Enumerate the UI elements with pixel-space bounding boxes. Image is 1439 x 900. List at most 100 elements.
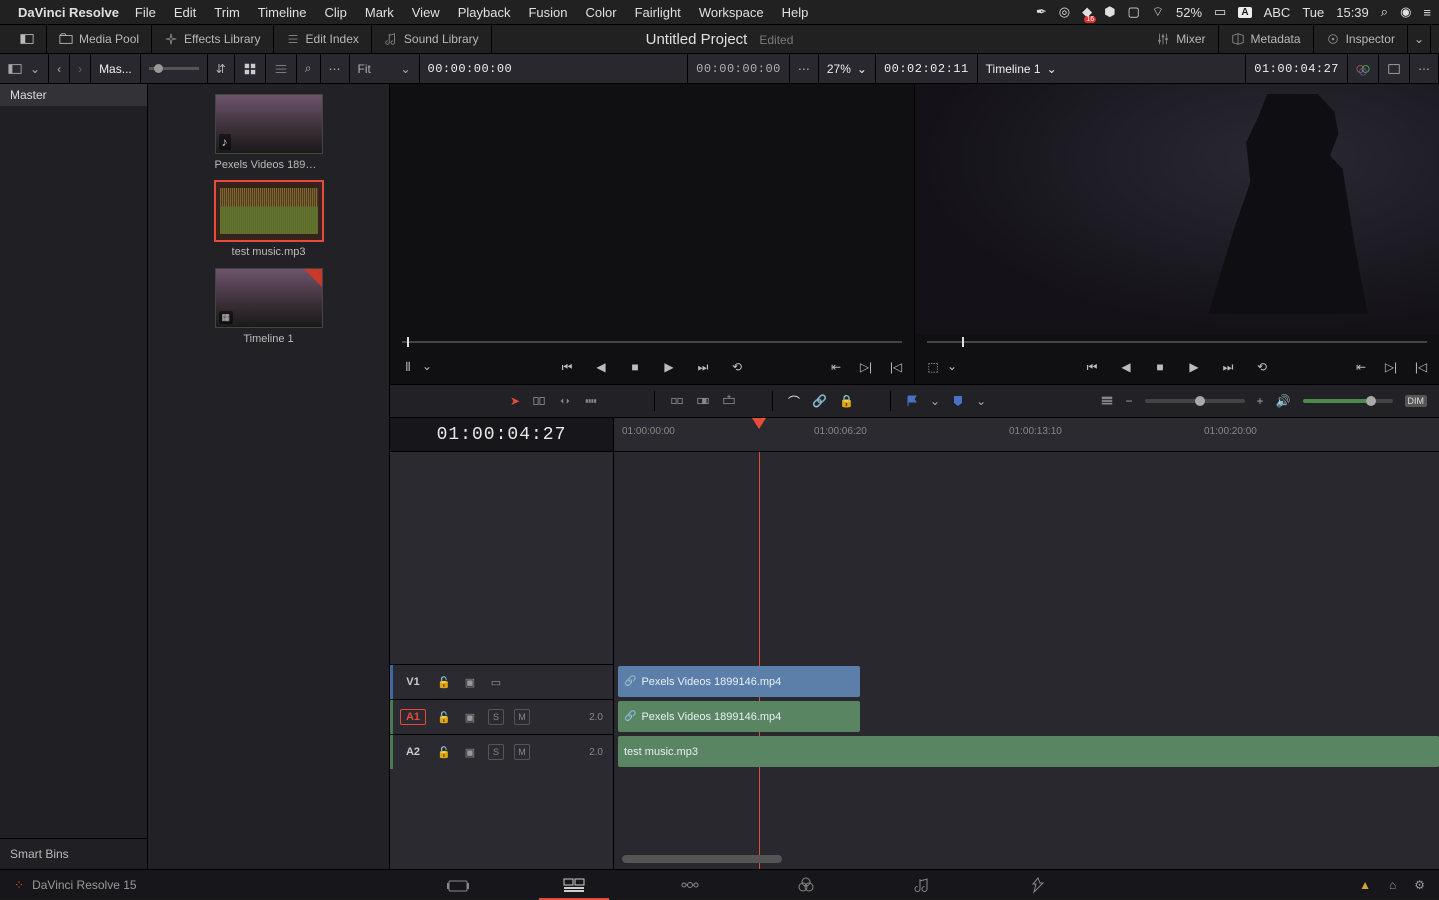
sidebar-toggle-button[interactable]: ⌄ bbox=[0, 54, 49, 84]
go-last-button[interactable]: ⏭ bbox=[1220, 359, 1236, 375]
loop-button[interactable]: ⟲ bbox=[729, 359, 745, 375]
solo-button[interactable]: S bbox=[488, 744, 504, 760]
source-zoom-dropdown[interactable]: Fit⌄ bbox=[350, 54, 420, 84]
menu-fairlight[interactable]: Fairlight bbox=[635, 5, 681, 20]
audio-clip[interactable]: test music.mp3 bbox=[618, 736, 1439, 767]
lock-icon[interactable]: 🔓 bbox=[436, 711, 452, 724]
lock-button[interactable]: 🔒 bbox=[839, 394, 854, 408]
cc-icon[interactable]: ◎ bbox=[1059, 4, 1070, 20]
effects-library-button[interactable]: Effects Library bbox=[152, 24, 273, 54]
audio-clip[interactable]: 🔗Pexels Videos 1899146.mp4 bbox=[618, 701, 860, 732]
nav-forward-button[interactable]: › bbox=[70, 54, 91, 84]
timeline-selector[interactable]: Timeline 1⌄ bbox=[978, 54, 1247, 84]
input-source-icon[interactable]: A bbox=[1238, 7, 1251, 18]
source-scrub-bar[interactable] bbox=[390, 334, 914, 350]
airplay-icon[interactable]: ▢ bbox=[1127, 4, 1139, 20]
stop-button[interactable]: ■ bbox=[1152, 359, 1168, 375]
menu-trim[interactable]: Trim bbox=[214, 5, 240, 20]
go-first-button[interactable]: ⏮ bbox=[559, 359, 575, 375]
menu-file[interactable]: File bbox=[135, 5, 156, 20]
insert-button[interactable]: ⇤ bbox=[828, 359, 844, 375]
record-mode-dropdown[interactable]: ⌄ bbox=[947, 359, 957, 375]
flag-caret[interactable]: ⌄ bbox=[930, 394, 940, 408]
settings-button[interactable]: ⚙ bbox=[1414, 878, 1425, 892]
menu-fusion[interactable]: Fusion bbox=[528, 5, 567, 20]
menu-playback[interactable]: Playback bbox=[458, 5, 511, 20]
menu-timeline[interactable]: Timeline bbox=[258, 5, 307, 20]
clip-card[interactable]: ♪ Pexels Videos 18991... bbox=[215, 94, 323, 171]
notification-icon[interactable]: ◆ bbox=[1082, 4, 1092, 20]
bypass-grades-button[interactable] bbox=[1348, 54, 1379, 84]
clip-thumbnail[interactable]: ♪ bbox=[215, 94, 323, 154]
battery-icon[interactable]: ▭ bbox=[1214, 4, 1226, 20]
menu-color[interactable]: Color bbox=[585, 5, 616, 20]
menu-edit[interactable]: Edit bbox=[174, 5, 196, 20]
clip-thumbnail[interactable] bbox=[215, 181, 323, 241]
track-header-a2[interactable]: A2 🔓 ▣ S M 2.0 bbox=[390, 734, 613, 769]
horizontal-scrollbar[interactable] bbox=[622, 855, 782, 863]
play-reverse-button[interactable]: ◀ bbox=[593, 359, 609, 375]
toolbar-more-button[interactable]: ⌄ bbox=[1408, 24, 1431, 54]
metadata-button[interactable]: Metadata bbox=[1219, 24, 1314, 54]
edit-index-button[interactable]: Edit Index bbox=[274, 24, 372, 54]
fairlight-page-button[interactable] bbox=[864, 870, 980, 900]
source-mode-dropdown[interactable]: ⌄ bbox=[422, 359, 432, 375]
siri-icon[interactable]: ◉ bbox=[1400, 4, 1411, 20]
blade-tool-button[interactable] bbox=[584, 394, 598, 408]
smart-bins-header[interactable]: Smart Bins bbox=[0, 838, 147, 869]
playhead-line[interactable] bbox=[759, 452, 760, 869]
auto-select-icon[interactable]: ▣ bbox=[462, 711, 478, 724]
inspector-button[interactable]: Inspector bbox=[1314, 24, 1408, 54]
clip-card[interactable]: test music.mp3 bbox=[215, 181, 323, 258]
dropbox-icon[interactable]: ⬢ bbox=[1104, 4, 1115, 20]
lock-icon[interactable]: 🔓 bbox=[436, 676, 452, 689]
dim-button[interactable]: DIM bbox=[1405, 395, 1428, 407]
marker-dropdown[interactable] bbox=[952, 395, 964, 407]
sound-library-button[interactable]: Sound Library bbox=[372, 24, 492, 54]
menu-view[interactable]: View bbox=[412, 5, 440, 20]
auto-select-icon[interactable]: ▣ bbox=[462, 676, 478, 689]
lock-icon[interactable]: 🔓 bbox=[436, 746, 452, 759]
app-name[interactable]: DaVinci Resolve bbox=[18, 5, 119, 20]
flag-dropdown[interactable] bbox=[906, 395, 918, 407]
menu-workspace[interactable]: Workspace bbox=[699, 5, 764, 20]
selection-tool-button[interactable]: ➤ bbox=[510, 394, 520, 408]
media-page-button[interactable] bbox=[400, 870, 516, 900]
replace-clip-button[interactable] bbox=[722, 394, 736, 408]
sort-button[interactable]: ⇵ bbox=[208, 54, 235, 84]
snap-button[interactable]: ⌒ bbox=[788, 393, 800, 410]
source-more-button[interactable]: ⋯ bbox=[790, 54, 819, 84]
warning-icon[interactable]: ▲ bbox=[1359, 878, 1371, 892]
zoom-out-button[interactable]: − bbox=[1126, 394, 1133, 408]
mark-out-button[interactable]: |◁ bbox=[1413, 359, 1429, 375]
clip-card[interactable]: ▦ Timeline 1 bbox=[215, 268, 323, 345]
record-zoom-dropdown[interactable]: 27%⌄ bbox=[819, 54, 876, 84]
overwrite-clip-button[interactable] bbox=[696, 394, 710, 408]
nav-back-button[interactable]: ‹ bbox=[49, 54, 70, 84]
timeline-ruler[interactable]: 01:00:00:00 01:00:06:20 01:00:13:10 01:0… bbox=[614, 418, 1439, 451]
track-header-v1[interactable]: V1 🔓 ▣ ▭ bbox=[390, 664, 613, 699]
zoom-in-button[interactable]: + bbox=[1257, 394, 1264, 408]
insert-clip-button[interactable] bbox=[670, 394, 684, 408]
play-reverse-button[interactable]: ◀ bbox=[1118, 359, 1134, 375]
media-pool-button[interactable]: Media Pool bbox=[47, 24, 152, 54]
auto-select-icon[interactable]: ▣ bbox=[462, 746, 478, 759]
home-button[interactable]: ⌂ bbox=[1389, 878, 1396, 892]
play-button[interactable]: ▶ bbox=[661, 359, 677, 375]
menu-mark[interactable]: Mark bbox=[365, 5, 394, 20]
fusion-page-button[interactable] bbox=[632, 870, 748, 900]
quill-icon[interactable]: ✒ bbox=[1036, 4, 1047, 20]
mark-out-button[interactable]: |◁ bbox=[888, 359, 904, 375]
clip-thumbnail[interactable]: ▦ bbox=[215, 268, 323, 328]
zoom-slider[interactable] bbox=[1145, 399, 1245, 403]
mute-button[interactable]: M bbox=[514, 709, 530, 725]
wifi-icon[interactable]: ⌔ bbox=[1152, 4, 1164, 20]
solo-button[interactable]: S bbox=[488, 709, 504, 725]
timeline-options-button[interactable] bbox=[1100, 394, 1114, 408]
edit-page-button[interactable] bbox=[516, 870, 632, 900]
visibility-icon[interactable]: ▭ bbox=[488, 676, 504, 689]
search-button[interactable]: ⌕ bbox=[297, 54, 321, 84]
trim-tool-button[interactable] bbox=[532, 394, 546, 408]
transform-overlay-button[interactable]: ⬚ bbox=[925, 359, 941, 375]
dynamic-trim-button[interactable] bbox=[558, 394, 572, 408]
